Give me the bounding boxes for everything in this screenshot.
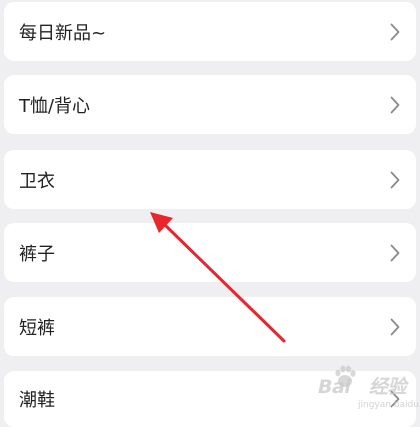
category-label: 卫衣 [19,170,55,192]
category-item-hoodie[interactable]: 卫衣 [4,150,416,209]
chevron-right-icon [390,244,400,261]
category-label: 每日新品~ [19,22,107,44]
category-label: 潮鞋 [19,390,55,411]
category-item-pants[interactable]: 裤子 [4,223,416,282]
category-label: 短裤 [19,317,55,339]
category-item-daily-new[interactable]: 每日新品~ [4,2,416,61]
chevron-right-icon [390,23,400,40]
category-item-shorts[interactable]: 短裤 [4,297,416,356]
category-label: T恤/背心 [19,95,91,117]
category-list: 每日新品~ T恤/背心 卫衣 裤子 短裤 潮鞋 [0,0,420,427]
chevron-right-icon [390,318,400,335]
category-item-tshirt-vest[interactable]: T恤/背心 [4,75,416,134]
chevron-right-icon [390,171,400,188]
category-item-sneakers[interactable]: 潮鞋 [4,371,416,427]
chevron-right-icon [390,390,400,408]
chevron-right-icon [390,96,400,113]
category-label: 裤子 [19,243,55,265]
